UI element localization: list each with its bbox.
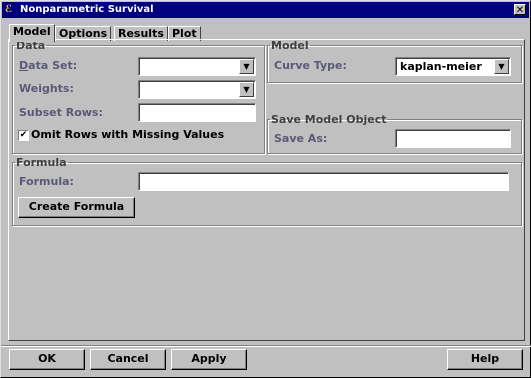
chevron-down-icon[interactable]: ▼ xyxy=(239,82,254,97)
data-set-combo[interactable]: ▼ xyxy=(138,57,256,76)
curve-type-label: Curve Type: xyxy=(274,59,347,72)
title-bar[interactable]: ℰ Nonparametric Survival ✕ xyxy=(2,2,529,18)
formula-label: Formula: xyxy=(19,175,74,188)
data-set-label: Data Set: xyxy=(19,59,78,72)
save-model-group-legend: Save Model Object xyxy=(271,113,387,126)
dialog-window: ℰ Nonparametric Survival ✕ Model Options… xyxy=(0,0,531,378)
create-formula-button[interactable]: Create Formula xyxy=(18,197,135,218)
omit-rows-label: Omit Rows with Missing Values xyxy=(31,128,225,141)
chevron-down-icon[interactable]: ▼ xyxy=(494,59,509,74)
tab-model[interactable]: Model xyxy=(9,24,55,42)
save-as-label: Save As: xyxy=(274,132,328,145)
subset-rows-label: Subset Rows: xyxy=(19,106,103,119)
model-group-legend: Model xyxy=(271,39,309,52)
button-separator xyxy=(1,345,531,347)
save-as-input[interactable] xyxy=(395,129,511,148)
tab-panel-model: Data Data Set: ▼ Weights: ▼ Subset Rows:… xyxy=(8,39,525,341)
subset-rows-input[interactable] xyxy=(138,103,256,122)
chevron-down-icon[interactable]: ▼ xyxy=(239,59,254,74)
formula-input[interactable] xyxy=(138,172,509,191)
window-title: Nonparametric Survival xyxy=(20,4,154,15)
curve-type-combo[interactable]: kaplan-meier ▼ xyxy=(395,57,511,76)
help-button[interactable]: Help xyxy=(447,349,523,370)
apply-button[interactable]: Apply xyxy=(171,349,247,370)
weights-combo[interactable]: ▼ xyxy=(138,80,256,99)
app-icon: ℰ xyxy=(5,4,13,15)
cancel-button[interactable]: Cancel xyxy=(90,349,166,370)
close-button[interactable]: ✕ xyxy=(514,4,526,16)
omit-rows-checkbox[interactable]: ✔ xyxy=(18,130,29,141)
curve-type-value: kaplan-meier xyxy=(400,60,482,73)
weights-label: Weights: xyxy=(19,82,74,95)
ok-button[interactable]: OK xyxy=(9,349,85,370)
formula-group-legend: Formula xyxy=(16,156,67,169)
